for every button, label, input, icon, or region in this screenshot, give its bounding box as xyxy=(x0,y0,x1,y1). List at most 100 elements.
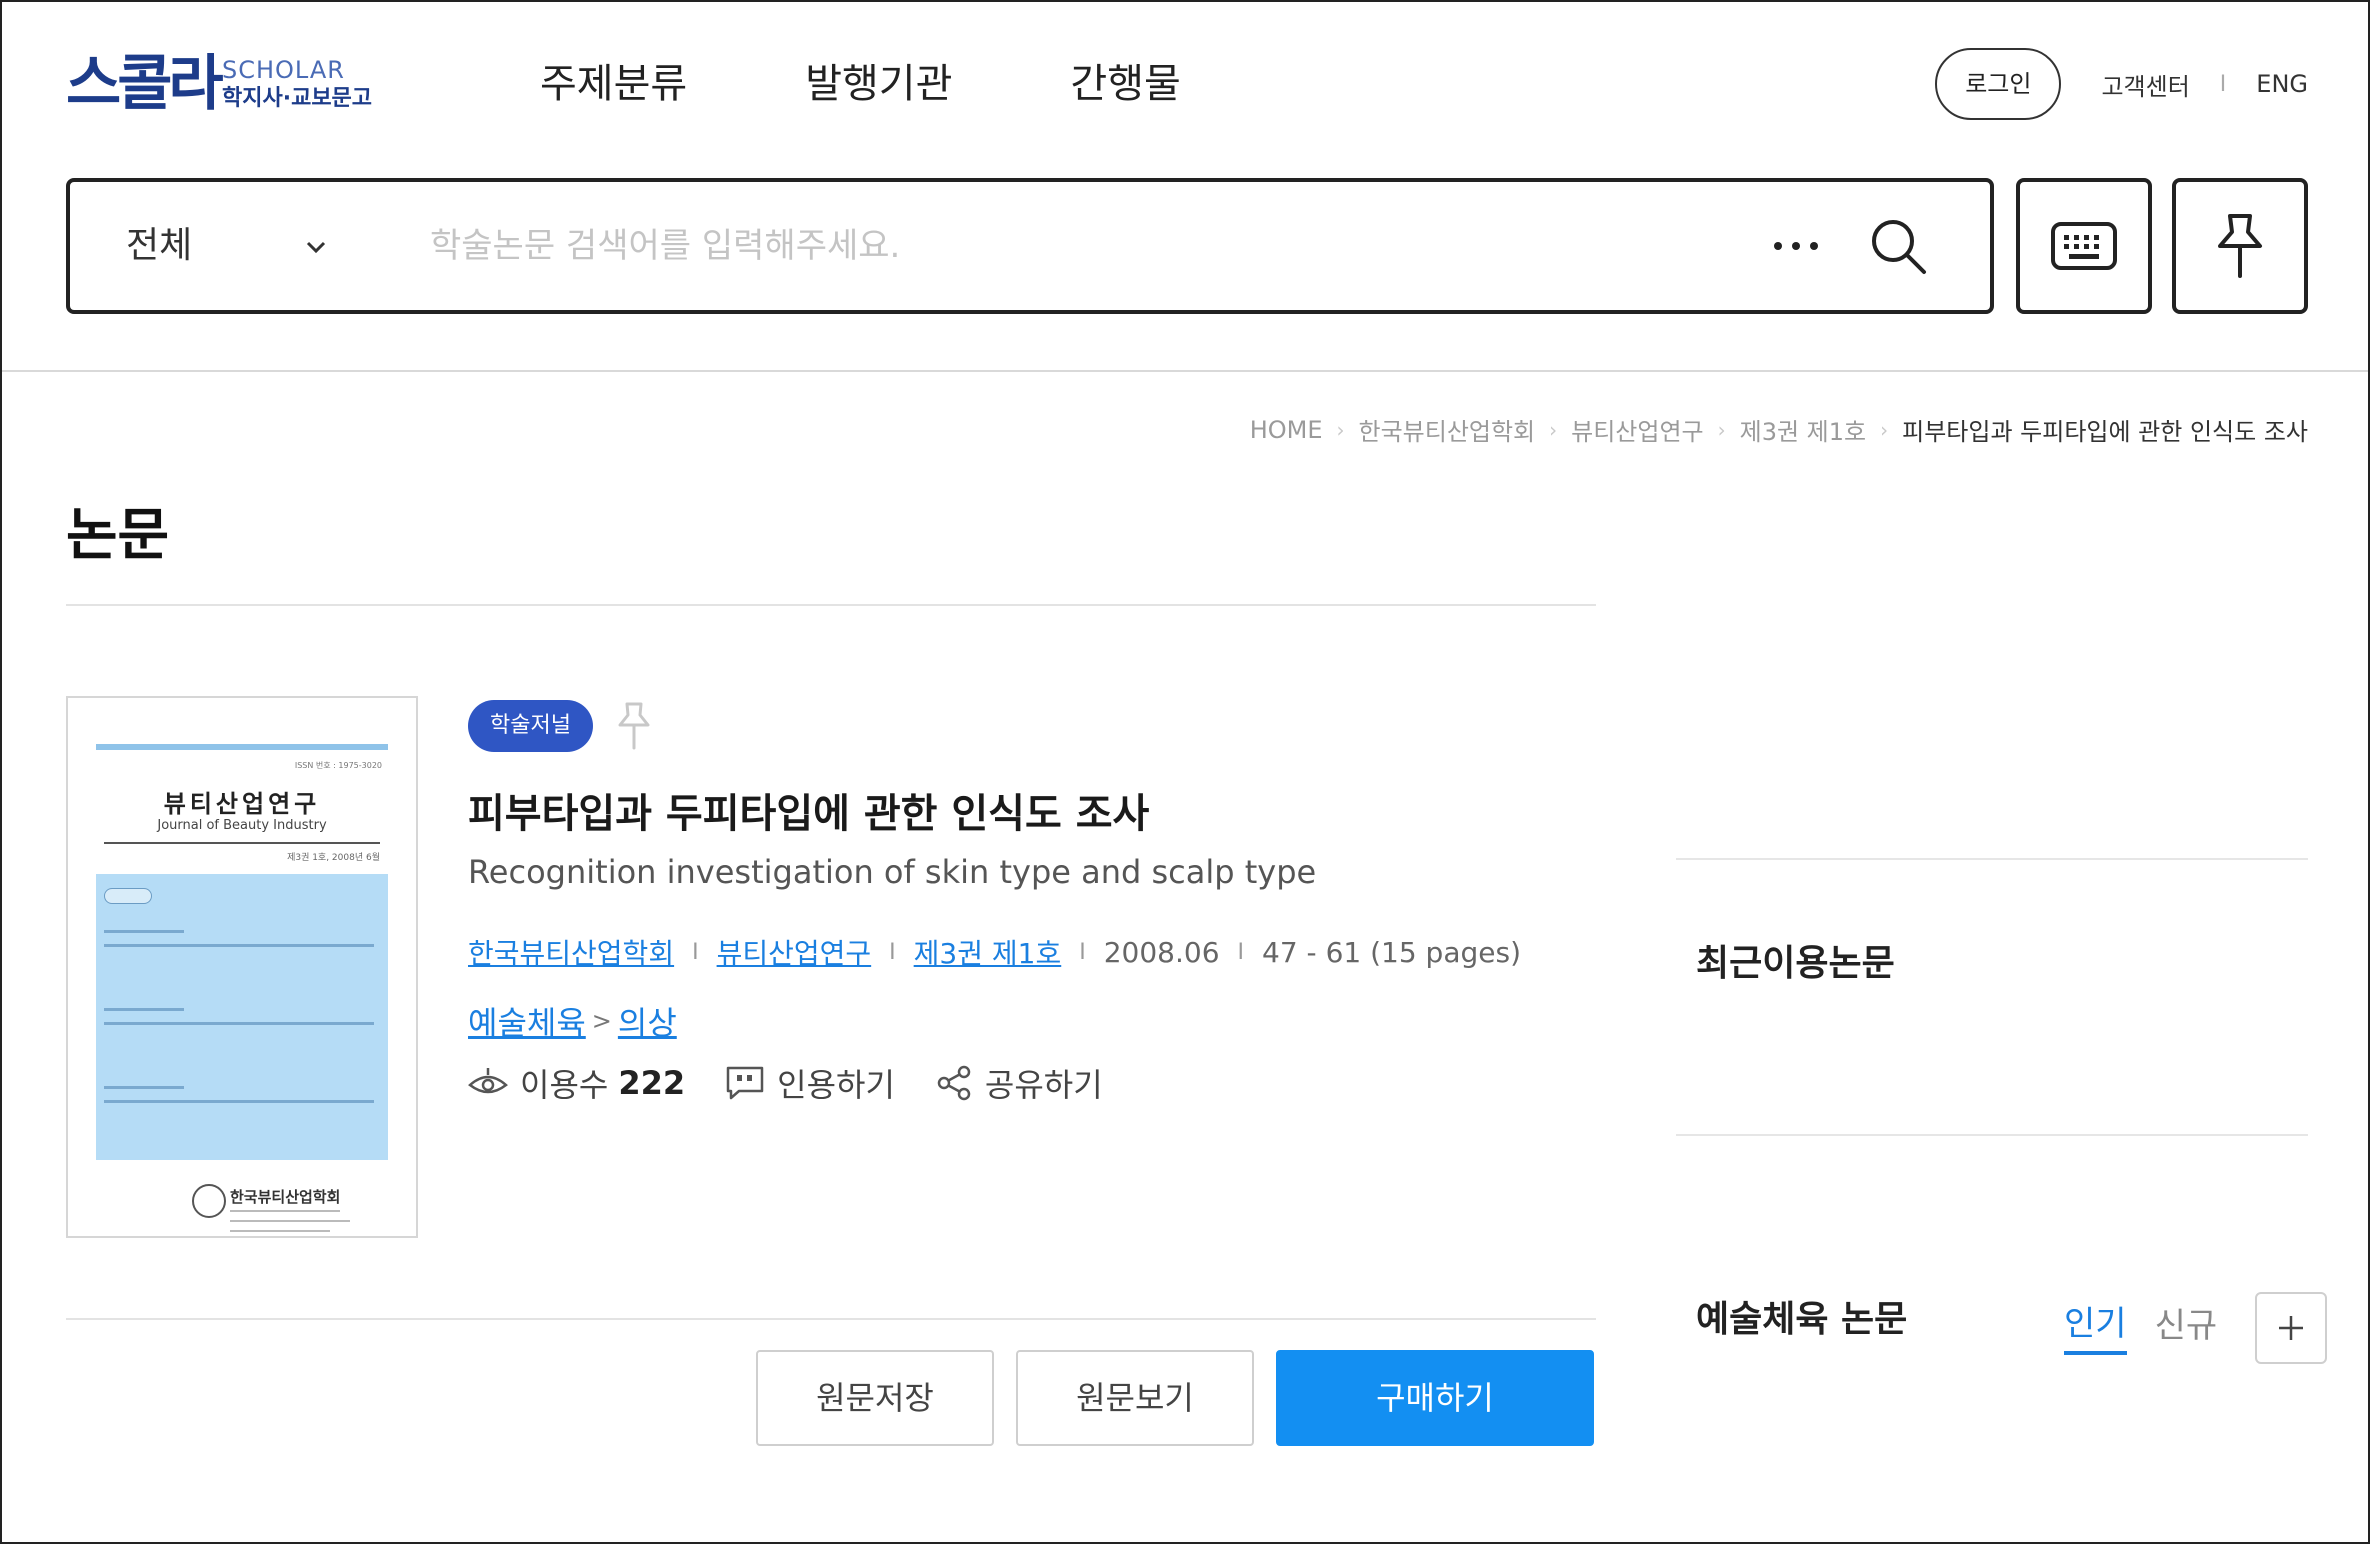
cover-title: 뷰티산업연구 xyxy=(163,790,321,818)
site-header: 스콜라 SCHOLAR 학지사·교보문고 주제분류 발행기관 간행물 로그인 고… xyxy=(0,0,2370,372)
breadcrumb-current: 피부타입과 두피타입에 관한 인식도 조사 xyxy=(1902,418,2308,446)
tab-popular[interactable]: 인기 xyxy=(2064,1301,2127,1355)
category-papers-heading: 예술체육 논문 xyxy=(1696,1299,1908,1340)
search-icon[interactable] xyxy=(1866,214,1930,278)
journal-link[interactable]: 뷰티산업연구 xyxy=(717,932,872,972)
chevron-right-icon: › xyxy=(1549,417,1558,442)
search-input[interactable] xyxy=(430,226,1766,266)
views-label: 이용수 xyxy=(520,1066,609,1104)
login-button[interactable]: 로그인 xyxy=(1935,48,2062,120)
views-value: 222 xyxy=(618,1064,686,1102)
more-options-button[interactable] xyxy=(1766,216,1826,276)
cover-english-title: Journal of Beauty Industry xyxy=(157,818,327,833)
chevron-right-icon: › xyxy=(1336,417,1345,442)
cover-tag xyxy=(104,888,152,904)
divider xyxy=(66,1318,1596,1320)
util-separator: I xyxy=(2219,71,2227,97)
breadcrumb: HOME › 한국뷰티산업학회 › 뷰티산업연구 › 제3권 제1호 › 피부타… xyxy=(1250,412,2308,447)
cover-text-line xyxy=(104,1100,374,1103)
pin-icon[interactable] xyxy=(614,700,654,752)
save-original-button[interactable]: 원문저장 xyxy=(756,1350,994,1446)
logo-english: SCHOLAR xyxy=(222,56,345,84)
page-title: 논문 xyxy=(66,503,170,568)
tab-new[interactable]: 신규 xyxy=(2155,1303,2218,1353)
cover-issn: ISSN 번호 : 1975-3020 xyxy=(294,761,382,770)
journal-type-badge: 학술저널 xyxy=(468,700,593,752)
main-nav: 주제분류 발행기관 간행물 xyxy=(540,56,1299,112)
site-logo[interactable]: 스콜라 SCHOLAR 학지사·교보문고 xyxy=(66,52,396,122)
breadcrumb-issue[interactable]: 제3권 제1호 xyxy=(1740,412,1867,447)
breadcrumb-home[interactable]: HOME xyxy=(1250,416,1323,444)
utility-menu: 로그인 고객센터 I ENG xyxy=(1935,48,2308,120)
share-icon xyxy=(937,1065,971,1101)
support-link[interactable]: 고객센터 xyxy=(2101,67,2189,102)
sidebar-divider xyxy=(1676,1134,2308,1136)
cite-button[interactable]: 인용하기 xyxy=(725,1060,895,1106)
share-button[interactable]: 공유하기 xyxy=(935,1060,1103,1106)
search-category-select[interactable]: 전체 xyxy=(70,221,370,271)
subject-category: 예술체육 > 의상 xyxy=(468,998,677,1044)
journal-cover-image: ISSN 번호 : 1975-3020 뷰티산업연구 Journal of Be… xyxy=(66,696,418,1238)
search-category-value: 전체 xyxy=(126,225,193,266)
paper-meta: 한국뷰티산업학회 I 뷰티산업연구 I 제3권 제1호 I 2008.06 I … xyxy=(468,932,1521,972)
cover-text-line xyxy=(104,930,184,933)
cover-text-line xyxy=(230,1230,330,1232)
cover-text-line xyxy=(104,944,374,947)
nav-item-subject[interactable]: 주제분류 xyxy=(540,56,687,112)
subcategory-link[interactable]: 의상 xyxy=(618,998,677,1044)
nav-item-publisher[interactable]: 발행기관 xyxy=(805,56,952,112)
paper-english-title: Recognition investigation of skin type a… xyxy=(468,853,1317,891)
meta-separator: I xyxy=(1237,939,1245,965)
recent-papers-heading: 최근이용논문 xyxy=(1696,943,1895,984)
meta-separator: I xyxy=(692,939,699,965)
cover-text-line xyxy=(104,1086,184,1089)
cover-text-line xyxy=(104,1008,184,1011)
chevron-down-icon xyxy=(306,241,326,254)
cite-label: 인용하기 xyxy=(777,1066,895,1104)
chevron-right-icon: › xyxy=(1880,417,1889,442)
cover-text-line xyxy=(230,1210,340,1212)
plus-icon xyxy=(2279,1316,2304,1340)
pin-icon xyxy=(2218,214,2262,278)
paper-actions: 이용수 222 인용하기 공유하기 xyxy=(468,1060,1143,1106)
cover-contents-panel xyxy=(96,874,388,1160)
purchase-button[interactable]: 구매하기 xyxy=(1276,1350,1594,1446)
divider xyxy=(66,604,1596,606)
logo-subtitle: 학지사·교보문고 xyxy=(222,86,373,111)
view-original-button[interactable]: 원문보기 xyxy=(1016,1350,1254,1446)
meta-separator: I xyxy=(889,939,896,965)
pin-button[interactable] xyxy=(2172,178,2308,314)
category-papers-tabs: 인기 신규 xyxy=(2064,1292,2328,1364)
cover-top-bar xyxy=(96,744,388,750)
views-count: 이용수 222 xyxy=(468,1060,685,1106)
meta-separator: I xyxy=(1079,939,1086,965)
chevron-right-icon: > xyxy=(591,1007,612,1035)
keyboard-icon xyxy=(2051,222,2117,270)
page-range: 47 - 61 (15 pages) xyxy=(1262,935,1521,969)
nav-item-periodical[interactable]: 간행물 xyxy=(1070,56,1180,112)
cover-volume: 제3권 1호, 2008년 6월 xyxy=(287,853,380,863)
breadcrumb-publisher[interactable]: 한국뷰티산업학회 xyxy=(1359,412,1536,447)
breadcrumb-journal[interactable]: 뷰티산업연구 xyxy=(1571,412,1703,447)
category-link[interactable]: 예술체육 xyxy=(468,998,586,1044)
publish-date: 2008.06 xyxy=(1103,935,1220,969)
language-link[interactable]: ENG xyxy=(2256,70,2308,98)
more-dots-icon xyxy=(1774,242,1818,250)
sidebar-divider xyxy=(1676,858,2308,860)
chevron-right-icon: › xyxy=(1717,417,1726,442)
keyboard-button[interactable] xyxy=(2016,178,2152,314)
search-bar: 전체 xyxy=(66,178,1994,314)
cover-publisher: 한국뷰티산업학회 xyxy=(230,1188,341,1206)
more-papers-button[interactable] xyxy=(2255,1292,2328,1364)
quote-icon xyxy=(726,1066,764,1100)
publisher-seal-icon xyxy=(192,1184,226,1218)
cover-text-line xyxy=(230,1220,350,1222)
share-label: 공유하기 xyxy=(984,1066,1103,1104)
publisher-link[interactable]: 한국뷰티산업학회 xyxy=(468,932,674,972)
issue-link[interactable]: 제3권 제1호 xyxy=(914,932,1062,972)
cover-text-line xyxy=(104,1022,374,1025)
paper-title: 피부타입과 두피타입에 관한 인식도 조사 xyxy=(468,791,1150,837)
eye-icon xyxy=(468,1068,508,1094)
logo-korean: 스콜라 xyxy=(66,49,224,119)
cover-rule xyxy=(104,842,380,844)
